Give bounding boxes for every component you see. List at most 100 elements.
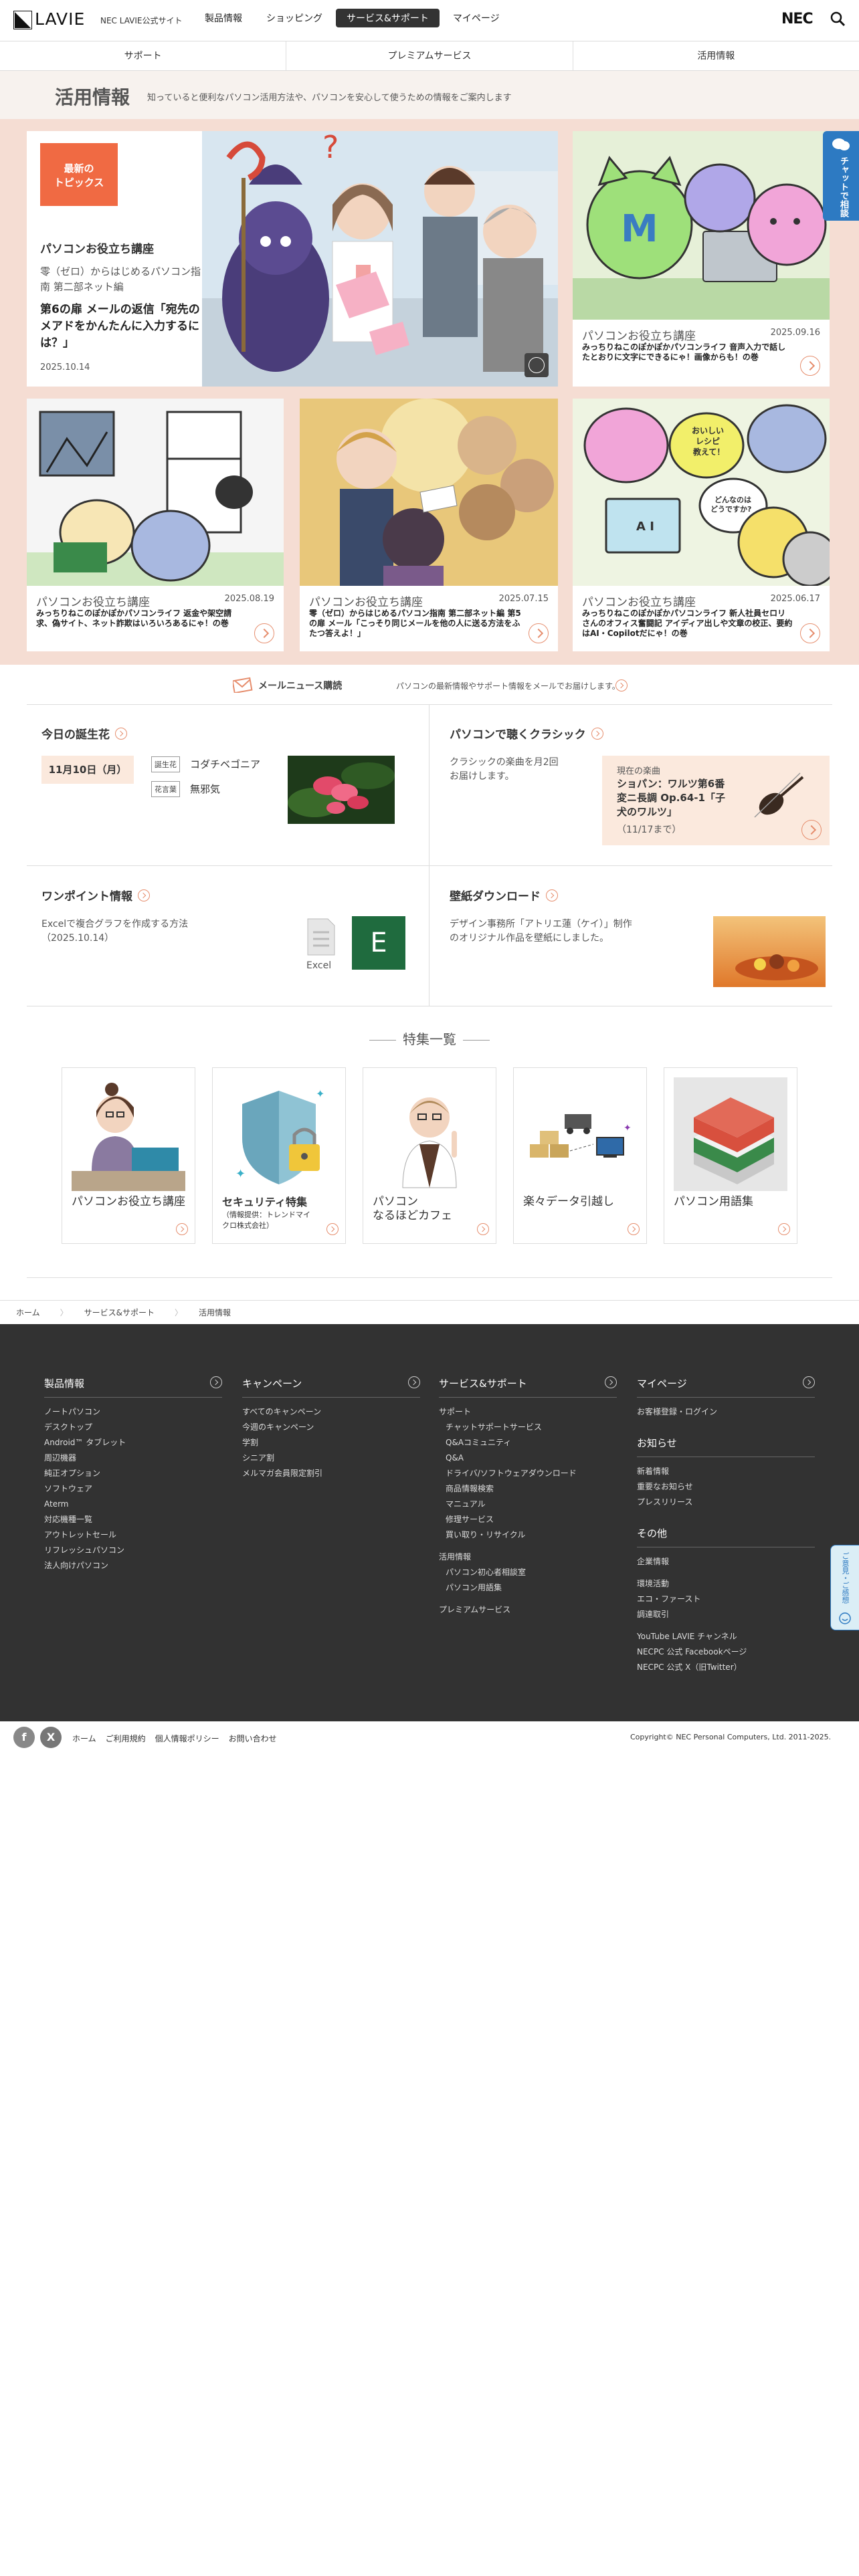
special-arrow-2[interactable] bbox=[326, 1223, 339, 1235]
birthday-heading[interactable]: 今日の誕生花 bbox=[41, 725, 110, 742]
footer-link[interactable]: 修理サービス bbox=[439, 1512, 617, 1527]
footer-link[interactable]: 今週のキャンペーン bbox=[242, 1420, 420, 1435]
special-card-pc-course[interactable]: パソコンお役立ち講座 bbox=[62, 1067, 195, 1244]
footer-link[interactable]: 活用情報 bbox=[439, 1549, 617, 1565]
chevron-right-icon[interactable] bbox=[605, 1376, 617, 1388]
footer-link[interactable]: Aterm bbox=[44, 1497, 222, 1512]
subnav-premium[interactable]: プレミアムサービス bbox=[286, 41, 573, 70]
wallpaper-heading-arrow[interactable] bbox=[546, 889, 558, 901]
footer-service-title[interactable]: サービス&サポート bbox=[439, 1378, 527, 1390]
footer-link[interactable]: アウトレットセール bbox=[44, 1527, 222, 1543]
footer-campaign-title[interactable]: キャンペーン bbox=[242, 1378, 302, 1390]
main-card-arrow[interactable] bbox=[524, 353, 549, 377]
onepoint-heading[interactable]: ワンポイント情報 bbox=[41, 887, 132, 903]
lavie-logo-icon[interactable] bbox=[13, 11, 32, 29]
onepoint-heading-arrow[interactable] bbox=[138, 889, 150, 901]
footer-link[interactable]: エコ・ファースト bbox=[637, 1592, 815, 1607]
bottom-link-terms[interactable]: ご利用規約 bbox=[106, 1733, 146, 1744]
footer-link[interactable]: ノートパソコン bbox=[44, 1404, 222, 1420]
footer-link[interactable]: パソコン用語集 bbox=[439, 1580, 617, 1596]
special-card-security[interactable]: ✦ ✦ セキュリティ特集 （情報提供：トレンドマイクロ株式会社） bbox=[212, 1067, 346, 1244]
footer-link[interactable]: NECPC 公式 Facebookページ bbox=[637, 1644, 815, 1660]
featured-card-3[interactable]: パソコンお役立ち講座 2025.07.15 零（ゼロ）からはじめるパソコン指南 … bbox=[300, 399, 558, 651]
special-arrow-4[interactable] bbox=[628, 1223, 640, 1235]
footer-link[interactable]: プレミアムサービス bbox=[439, 1602, 617, 1618]
footer-link[interactable]: 学割 bbox=[242, 1435, 420, 1451]
footer-link[interactable]: チャットサポートサービス bbox=[439, 1420, 617, 1435]
special-arrow-3[interactable] bbox=[477, 1223, 489, 1235]
footer-link[interactable]: 企業情報 bbox=[637, 1554, 815, 1570]
footer-link[interactable]: ドライバ/ソフトウェアダウンロード bbox=[439, 1466, 617, 1481]
footer-link[interactable]: Q&Aコミュニティ bbox=[439, 1435, 617, 1451]
footer-mypage-title[interactable]: マイページ bbox=[637, 1378, 687, 1390]
bottom-link-privacy[interactable]: 個人情報ポリシー bbox=[155, 1733, 219, 1744]
chat-consult-tab[interactable]: チャットで相談 bbox=[823, 131, 859, 221]
wallpaper-heading[interactable]: 壁紙ダウンロード bbox=[450, 887, 541, 903]
mail-news-bar[interactable]: メールニュース購読 パソコンの最新情報やサポート情報をメールでお届けします。 bbox=[27, 666, 832, 705]
chevron-right-icon[interactable] bbox=[210, 1376, 222, 1388]
classic-now-playing[interactable]: 現在の楽曲 ショパン：ワルツ第6番 変ニ長調 Op.64-1「子 犬のワルツ」 … bbox=[602, 756, 830, 845]
classic-heading-arrow[interactable] bbox=[591, 727, 603, 740]
classic-heading[interactable]: パソコンで聴くクラシック bbox=[450, 725, 586, 742]
footer-link[interactable]: 純正オプション bbox=[44, 1466, 222, 1481]
footer-link[interactable]: お客様登録・ログイン bbox=[637, 1404, 815, 1420]
footer-link[interactable]: プレスリリース bbox=[637, 1495, 815, 1510]
footer-link[interactable]: 周辺機器 bbox=[44, 1451, 222, 1466]
breadcrumb-service[interactable]: サービス&サポート bbox=[68, 1307, 175, 1318]
birthday-heading-arrow[interactable] bbox=[115, 727, 127, 740]
footer-link[interactable]: NECPC 公式 X（旧Twitter） bbox=[637, 1660, 815, 1675]
footer-link[interactable]: デスクトップ bbox=[44, 1420, 222, 1435]
special-card-glossary[interactable]: パソコン用語集 bbox=[664, 1067, 797, 1244]
featured-card-1[interactable]: M パソコンお役立ち講座 2025.09.16 みっちりねこのぽかぽかパソコンラ… bbox=[573, 131, 830, 387]
subnav-support[interactable]: サポート bbox=[0, 41, 287, 70]
footer-link[interactable]: 重要なお知らせ bbox=[637, 1479, 815, 1495]
lavie-logo[interactable]: LAVIE bbox=[35, 9, 85, 29]
footer-link[interactable]: 買い取り・リサイクル bbox=[439, 1527, 617, 1543]
featured-main-card[interactable]: 最新の トピックス パソコンお役立ち講座 零（ゼロ）からはじめるパソコン指南 第… bbox=[27, 131, 558, 387]
breadcrumb-home[interactable]: ホーム bbox=[0, 1307, 60, 1318]
bottom-link-contact[interactable]: お問い合わせ bbox=[229, 1733, 277, 1744]
footer-link[interactable]: Q&A bbox=[439, 1451, 617, 1466]
featured-card-4[interactable]: おいしいレシピ教えて！ A I どんなのはどうですか? パソコンお役立ち講座 2… bbox=[573, 399, 830, 651]
footer-link[interactable]: リフレッシュパソコン bbox=[44, 1543, 222, 1558]
special-card-cafe[interactable]: パソコン なるほどカフェ bbox=[363, 1067, 496, 1244]
footer-link[interactable]: サポート bbox=[439, 1404, 617, 1420]
nav-service-support[interactable]: サービス&サポート bbox=[336, 9, 440, 27]
begonia-photo[interactable] bbox=[288, 756, 395, 824]
nav-shopping[interactable]: ショッピング bbox=[256, 9, 333, 27]
footer-link[interactable]: 商品情報検索 bbox=[439, 1481, 617, 1497]
nav-mypage[interactable]: マイページ bbox=[442, 9, 510, 27]
card3-arrow[interactable] bbox=[529, 623, 549, 643]
classic-arrow[interactable] bbox=[801, 820, 822, 840]
facebook-icon[interactable]: f bbox=[13, 1727, 35, 1748]
footer-link[interactable]: 法人向けパソコン bbox=[44, 1558, 222, 1574]
footer-link[interactable]: すべてのキャンペーン bbox=[242, 1404, 420, 1420]
site-name-link[interactable]: NEC LAVIE公式サイト bbox=[100, 15, 183, 26]
feedback-tab[interactable]: ご意見・ご感想 bbox=[830, 1545, 859, 1630]
wallpaper-thumbnail[interactable] bbox=[713, 916, 826, 987]
footer-link[interactable]: ソフトウェア bbox=[44, 1481, 222, 1497]
subnav-katsuyo[interactable]: 活用情報 bbox=[573, 41, 859, 70]
footer-link[interactable]: マニュアル bbox=[439, 1497, 617, 1512]
chevron-right-icon[interactable] bbox=[803, 1376, 815, 1388]
card4-arrow[interactable] bbox=[800, 623, 820, 643]
footer-link[interactable]: 環境活動 bbox=[637, 1576, 815, 1592]
x-twitter-icon[interactable]: X bbox=[40, 1727, 62, 1748]
footer-link[interactable]: Android™ タブレット bbox=[44, 1435, 222, 1451]
footer-link[interactable]: 対応機種一覧 bbox=[44, 1512, 222, 1527]
footer-products-title[interactable]: 製品情報 bbox=[44, 1378, 84, 1390]
nec-logo[interactable]: NEC bbox=[781, 11, 814, 27]
footer-link[interactable]: パソコン初心者相談室 bbox=[439, 1565, 617, 1580]
mail-news-arrow[interactable] bbox=[615, 679, 628, 691]
special-arrow-1[interactable] bbox=[176, 1223, 188, 1235]
footer-link[interactable]: シニア割 bbox=[242, 1451, 420, 1466]
nav-products[interactable]: 製品情報 bbox=[194, 9, 253, 27]
featured-card-2[interactable]: パソコンお役立ち講座 2025.08.19 みっちりねこのぽかぽかパソコンライフ… bbox=[27, 399, 284, 651]
bottom-link-home[interactable]: ホーム bbox=[72, 1733, 96, 1744]
footer-link[interactable]: 新着情報 bbox=[637, 1464, 815, 1479]
special-card-moving[interactable]: ✦ 楽々データ引越し bbox=[513, 1067, 647, 1244]
card2-arrow[interactable] bbox=[254, 623, 274, 643]
special-arrow-5[interactable] bbox=[778, 1223, 790, 1235]
search-icon[interactable] bbox=[830, 11, 846, 27]
card1-arrow[interactable] bbox=[800, 356, 820, 376]
